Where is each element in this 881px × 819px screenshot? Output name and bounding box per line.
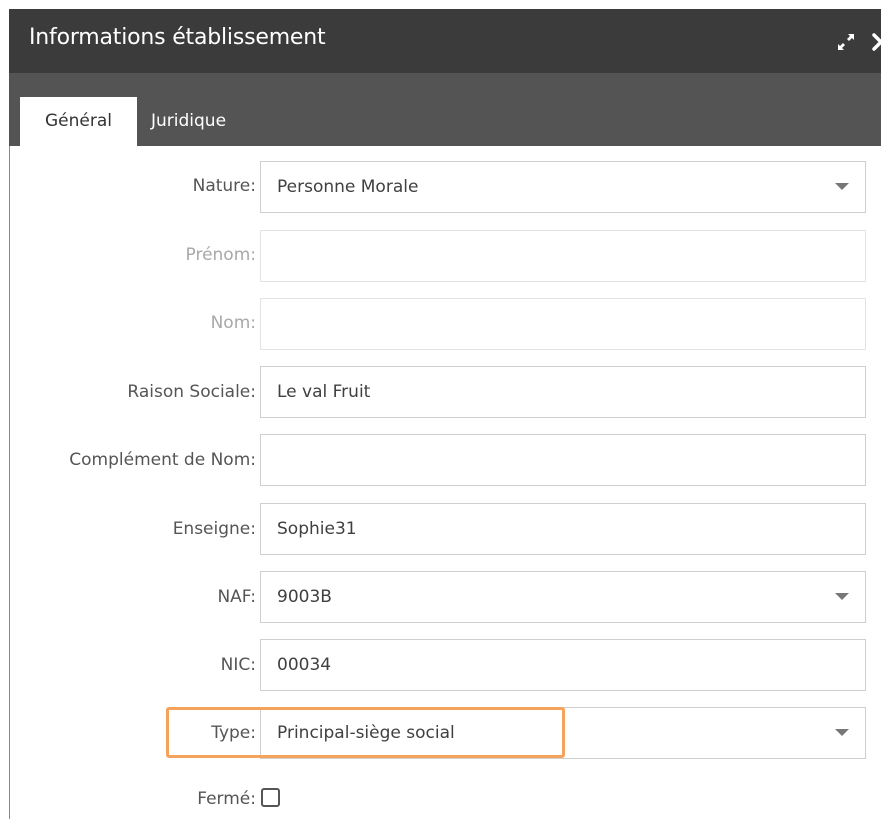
enseigne-field[interactable]: Sophie31	[260, 503, 866, 555]
tab-general[interactable]: Général	[20, 97, 137, 146]
enseigne-label: Enseigne:	[172, 519, 256, 539]
nic-value: 00034	[277, 655, 332, 675]
type-value: Principal-siège social	[277, 723, 455, 743]
complement-nom-field[interactable]	[260, 434, 866, 486]
nic-label: NIC:	[220, 655, 256, 675]
window-title: Informations établissement	[29, 25, 326, 50]
nom-field[interactable]	[260, 298, 866, 350]
content-border	[9, 146, 10, 819]
nic-field[interactable]: 00034	[260, 639, 866, 691]
enseigne-value: Sophie31	[277, 519, 357, 539]
chevron-down-icon	[835, 729, 849, 736]
chevron-down-icon	[835, 593, 849, 600]
nature-value: Personne Morale	[277, 177, 419, 197]
tab-bar: Général Juridique	[9, 73, 881, 146]
naf-label: NAF:	[217, 587, 256, 607]
chevron-down-icon	[835, 183, 849, 190]
window-titlebar: Informations établissement	[9, 9, 881, 73]
nature-label: Nature:	[192, 176, 256, 196]
close-icon[interactable]	[871, 31, 881, 53]
prenom-label: Prénom:	[185, 245, 257, 265]
nature-select[interactable]: Personne Morale	[260, 161, 866, 213]
naf-value: 9003B	[277, 587, 332, 607]
raison-sociale-value: Le val Fruit	[277, 382, 371, 402]
ferme-checkbox[interactable]	[261, 788, 280, 807]
raison-sociale-field[interactable]: Le val Fruit	[260, 366, 866, 418]
expand-icon[interactable]	[835, 31, 857, 53]
ferme-label: Fermé:	[197, 789, 256, 809]
type-label: Type:	[211, 723, 256, 743]
nom-label: Nom:	[210, 313, 256, 333]
type-select[interactable]: Principal-siège social	[260, 707, 866, 759]
naf-select[interactable]: 9003B	[260, 571, 866, 623]
complement-nom-label: Complément de Nom:	[69, 450, 256, 470]
tab-juridique[interactable]: Juridique	[150, 97, 226, 146]
raison-sociale-label: Raison Sociale:	[127, 382, 256, 402]
prenom-field[interactable]	[260, 230, 866, 282]
